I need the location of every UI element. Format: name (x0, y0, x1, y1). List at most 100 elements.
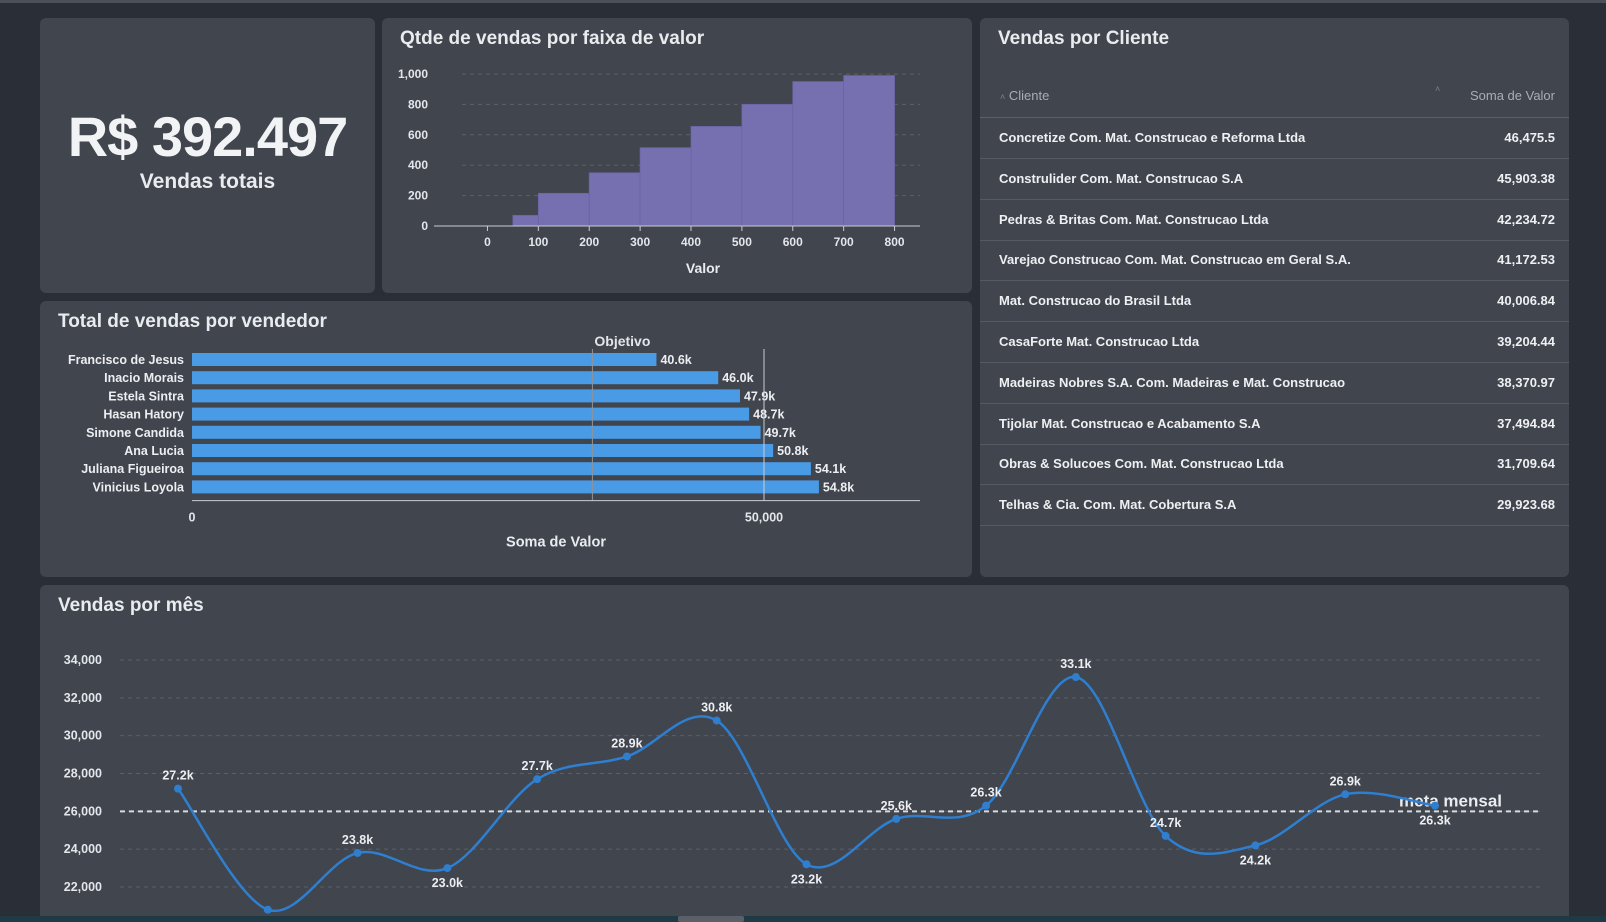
table-row[interactable]: Mat. Construcao do Brasil Ltda 40,006.84 (980, 281, 1569, 323)
sort-icon: ˄ (1000, 92, 1006, 102)
x-tick-label: 0 (189, 511, 196, 525)
seller-name: Juliana Figueiroa (81, 462, 185, 476)
seller-name: Hasan Hatory (103, 408, 184, 422)
y-tick-label: 600 (408, 128, 428, 142)
seller-bar (192, 444, 774, 457)
monthly-sales-card[interactable]: Vendas por mês 22,000 24,000 26,000 28,000 3… (40, 585, 1569, 922)
table-row[interactable]: CasaForte Mat. Construcao Ltda 39,204.44 (980, 322, 1569, 363)
column-header-valor[interactable]: Soma de Valor (1470, 88, 1555, 103)
sellers-card[interactable]: Total de vendas por vendedor Francisco d… (40, 301, 972, 577)
seller-value-label: 40.6k (660, 353, 691, 367)
y-tick-label: 34,000 (64, 653, 102, 667)
horizontal-scrollbar[interactable] (678, 916, 744, 922)
x-tick-label: 500 (732, 235, 752, 249)
histogram-bar (639, 147, 692, 227)
client-value-cell: 41,172.53 (1497, 252, 1555, 268)
data-point (802, 860, 811, 869)
x-tick-label: 0 (484, 235, 491, 249)
clients-table-card[interactable]: Vendas por Cliente ˄ Cliente ˄ Soma de V… (980, 18, 1569, 577)
x-tick-label: 700 (834, 235, 854, 249)
data-point (1431, 801, 1439, 810)
histogram-bar (843, 75, 895, 227)
client-name-cell: Madeiras Nobres S.A. Com. Madeiras e Mat… (999, 374, 1346, 390)
column-header-cliente[interactable]: ˄ Cliente (1000, 88, 1049, 103)
seller-bar (192, 389, 740, 403)
data-label: 27.2k (162, 769, 193, 783)
table-row[interactable]: Pedras & Britas Com. Mat. Construcao Ltd… (980, 200, 1569, 241)
data-point (892, 814, 901, 823)
table-row[interactable]: Telhas & Cia. Com. Mat. Cobertura S.A 29,… (980, 485, 1569, 527)
client-name-cell: Varejao Construcao Com. Mat. Construcao … (999, 252, 1351, 268)
client-name-cell: Tijolar Mat. Construcao e Acabamento S.A (999, 415, 1261, 431)
kpi-card-total-sales[interactable]: R$ 392.497 Vendas totais (40, 18, 375, 293)
client-name-cell: Pedras & Britas Com. Mat. Construcao Ltd… (999, 211, 1269, 227)
data-label: 23.2k (791, 872, 822, 886)
y-tick-label: 32,000 (64, 691, 102, 705)
histogram-card[interactable]: Qtde de vendas por faixa de valor 0 200 40… (382, 18, 972, 293)
x-axis-title: Valor (686, 260, 721, 276)
client-name-cell: Obras & Solucoes Com. Mat. Construcao Lt… (999, 456, 1284, 472)
data-label: 27.7k (522, 759, 553, 773)
y-tick-label: 800 (408, 97, 428, 111)
y-tick-label: 1,000 (398, 67, 428, 81)
seller-name: Estela Sintra (108, 389, 185, 403)
client-value-cell: 37,494.84 (1497, 415, 1555, 431)
seller-bar (192, 425, 761, 439)
data-point (443, 864, 452, 873)
seller-bar (192, 371, 719, 385)
histogram-bar (741, 104, 794, 227)
seller-value-label: 54.8k (823, 480, 854, 494)
x-tick-label: 50,000 (745, 511, 783, 525)
seller-value-label: 48.7k (753, 408, 784, 422)
client-name-cell: CasaForte Mat. Construcao Ltda (999, 334, 1200, 349)
client-name-cell: Telhas & Cia. Com. Mat. Cobertura S.A (999, 497, 1237, 513)
monthly-line-chart[interactable]: 22,000 24,000 26,000 28,000 30,000 32,000 34,0… (40, 585, 1569, 922)
table-header: ˄ Cliente ˄ Soma de Valor (980, 70, 1569, 118)
data-point (1251, 841, 1260, 850)
client-value-cell: 45,903.38 (1497, 170, 1555, 186)
table-row[interactable]: Construlider Com. Mat. Construcao S.A 45,… (980, 159, 1569, 200)
y-tick-label: 24,000 (64, 842, 102, 856)
seller-name: Vinicius Loyola (93, 480, 186, 494)
y-tick-label: 0 (421, 219, 428, 233)
x-axis-title: Soma de Valor (506, 535, 606, 551)
client-value-cell: 29,923.68 (1497, 497, 1555, 513)
data-label: 23.8k (342, 833, 373, 847)
client-name-cell: Concretize Com. Mat. Construcao e Reform… (999, 130, 1306, 145)
x-tick-label: 100 (528, 235, 548, 249)
seller-bar (192, 480, 819, 494)
histogram-chart[interactable]: 0 200 400 600 800 1,000 0 100 200 300 400 500 600 700… (382, 18, 972, 293)
y-tick-label: 400 (408, 158, 428, 172)
seller-name: Inacio Morais (104, 371, 184, 385)
histogram-bar (690, 126, 743, 227)
data-label: 25.6k (881, 799, 912, 813)
client-value-cell: 31,709.64 (1497, 456, 1555, 472)
client-value-cell: 38,370.97 (1497, 374, 1555, 390)
kpi-value: R$ 392.497 (67, 105, 349, 168)
column-header-cliente-label: Cliente (1008, 88, 1050, 103)
x-tick-label: 300 (630, 235, 650, 249)
histogram-bar (537, 192, 590, 227)
table-row[interactable]: Tijolar Mat. Construcao e Acabamento S.A… (980, 404, 1569, 445)
table-row[interactable]: Obras & Solucoes Com. Mat. Construcao Lt… (980, 444, 1569, 486)
data-label: 26.9k (1330, 774, 1361, 788)
data-point (263, 905, 272, 914)
data-point (622, 752, 631, 761)
table-row[interactable]: Concretize Com. Mat. Construcao e Reform… (980, 118, 1569, 159)
sellers-bar-chart[interactable]: Francisco de Jesus 40.6k Inacio Morais 46.0… (40, 301, 972, 577)
bottom-bar (0, 916, 1606, 922)
table-row[interactable]: Madeiras Nobres S.A. Com. Madeiras e Mat… (980, 363, 1569, 404)
seller-name: Simone Candida (86, 426, 185, 440)
data-point (712, 716, 721, 725)
client-name-cell: Mat. Construcao do Brasil Ltda (999, 293, 1192, 309)
seller-value-label: 46.0k (722, 371, 753, 385)
data-label: 23.0k (432, 876, 463, 890)
data-point (174, 784, 182, 793)
kpi-label: Vendas totais (139, 170, 276, 193)
data-point (982, 801, 991, 810)
client-value-cell: 46,475.5 (1504, 130, 1555, 145)
table-row[interactable]: Varejao Construcao Com. Mat. Construcao … (980, 240, 1569, 282)
data-point (1071, 673, 1080, 682)
x-tick-label: 200 (579, 235, 599, 249)
seller-bar (192, 462, 811, 476)
